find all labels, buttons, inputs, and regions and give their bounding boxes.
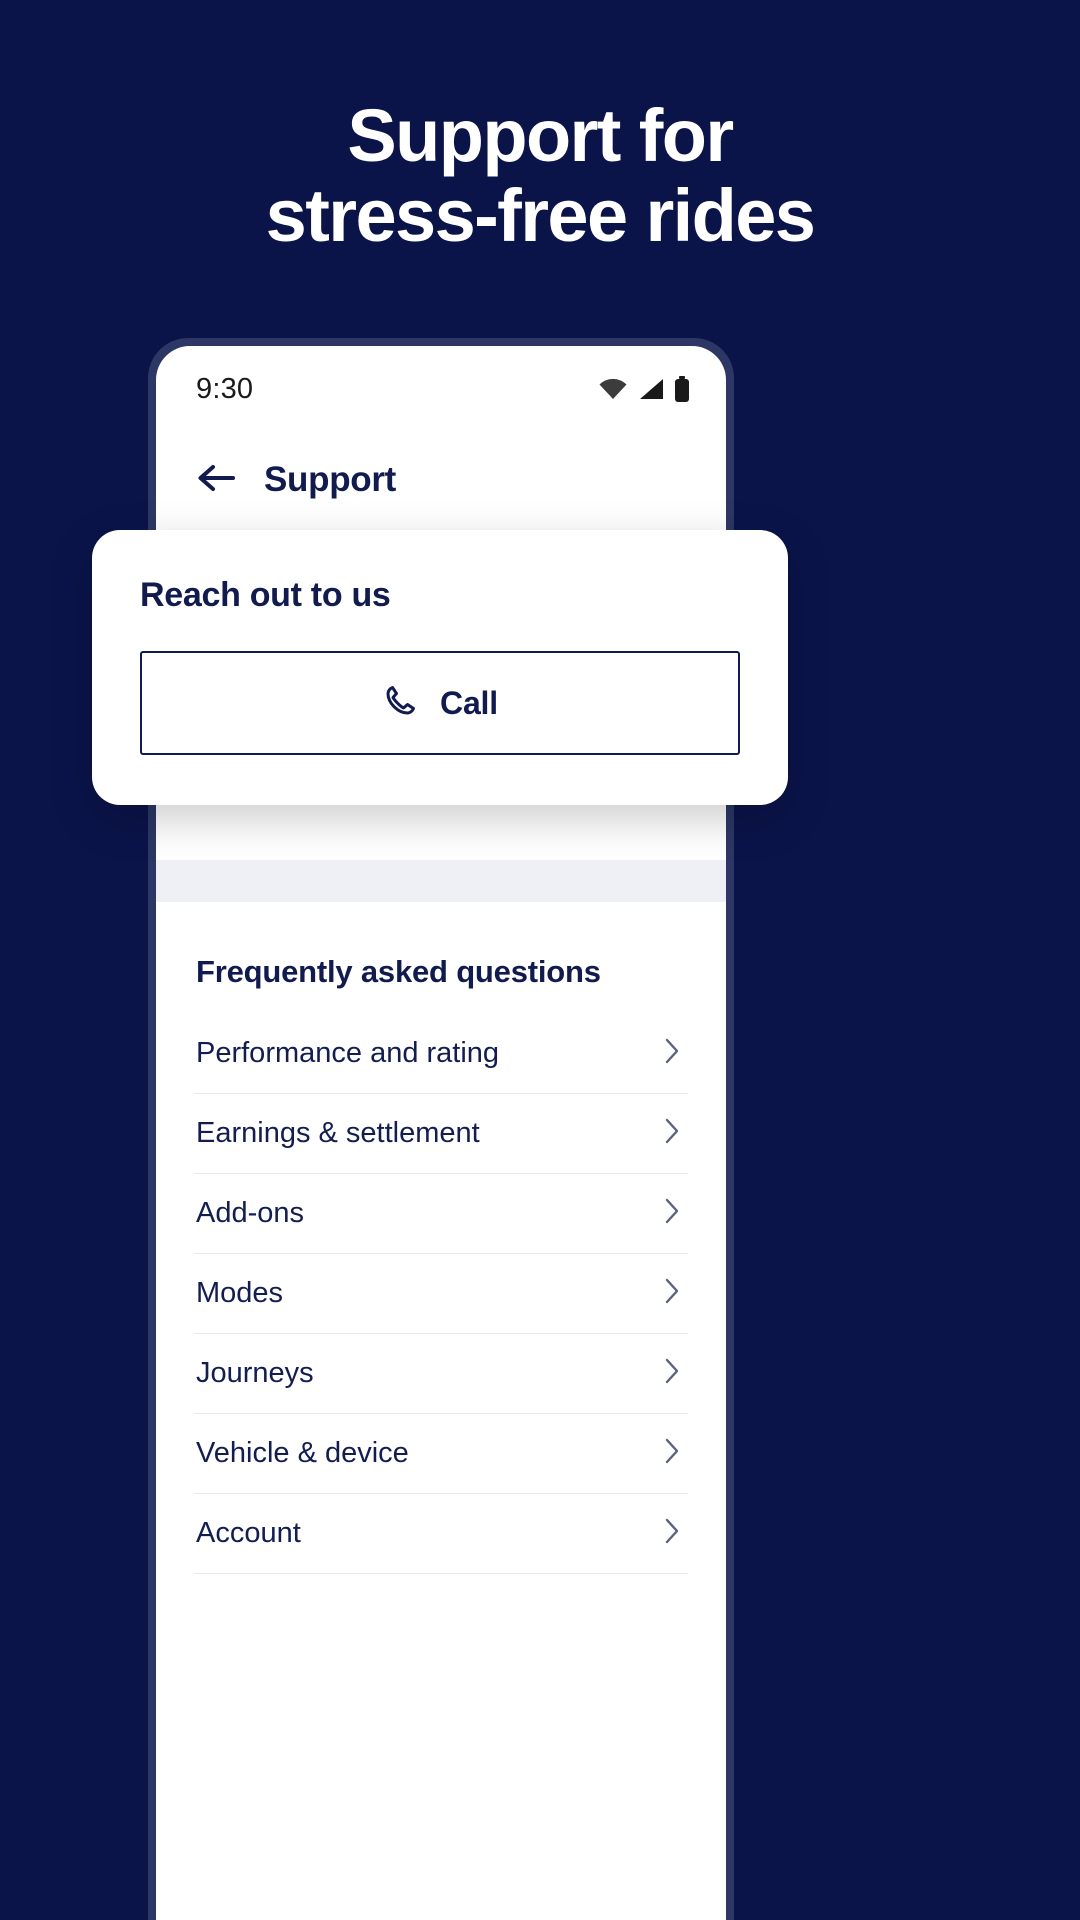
list-item[interactable]: Modes: [194, 1254, 688, 1334]
list-item[interactable]: Earnings & settlement: [194, 1094, 688, 1174]
promo-headline-line-1: Support for: [347, 94, 734, 177]
chevron-right-icon: [664, 1357, 680, 1390]
list-item[interactable]: Journeys: [194, 1334, 688, 1414]
promo-headline-line-2: stress-free rides: [265, 173, 816, 257]
call-button-label: Call: [440, 684, 498, 721]
status-bar-icons: [598, 376, 690, 402]
faq-item-label: Earnings & settlement: [196, 1117, 480, 1149]
faq-heading: Frequently asked questions: [196, 954, 601, 989]
status-bar: 9:30: [156, 346, 726, 432]
chevron-right-icon: [664, 1117, 680, 1150]
faq-item-label: Add-ons: [196, 1197, 305, 1229]
list-item[interactable]: Account: [194, 1494, 688, 1574]
cellular-signal-icon: [637, 377, 665, 401]
battery-icon: [674, 376, 690, 402]
faq-item-label: Journeys: [196, 1357, 314, 1389]
phone-icon: [382, 683, 418, 724]
arrow-left-icon[interactable]: [196, 463, 236, 498]
chevron-right-icon: [664, 1277, 680, 1310]
section-separator-band: [156, 860, 726, 902]
list-item[interactable]: Vehicle & device: [194, 1414, 688, 1494]
status-bar-time: 9:30: [196, 372, 254, 405]
page-title: Support: [264, 460, 397, 499]
chevron-right-icon: [664, 1037, 680, 1070]
app-header: Support: [156, 432, 726, 530]
list-item[interactable]: Add-ons: [194, 1174, 688, 1254]
faq-section: Frequently asked questions Performance a…: [156, 902, 726, 1574]
reach-out-card: Reach out to us Call: [92, 530, 788, 805]
faq-item-label: Vehicle & device: [196, 1437, 409, 1469]
chevron-right-icon: [664, 1437, 680, 1470]
faq-item-label: Account: [196, 1517, 301, 1549]
faq-item-label: Performance and rating: [196, 1037, 500, 1069]
wifi-icon: [598, 377, 628, 401]
faq-item-label: Modes: [196, 1277, 284, 1309]
chevron-right-icon: [664, 1197, 680, 1230]
promo-headline: Support for stress-free rides: [0, 96, 1080, 256]
faq-list: Performance and rating Earnings & settle…: [194, 1014, 688, 1574]
call-button[interactable]: Call: [140, 651, 740, 755]
chevron-right-icon: [664, 1517, 680, 1550]
list-item[interactable]: Performance and rating: [194, 1014, 688, 1094]
reach-out-card-title: Reach out to us: [140, 576, 391, 614]
